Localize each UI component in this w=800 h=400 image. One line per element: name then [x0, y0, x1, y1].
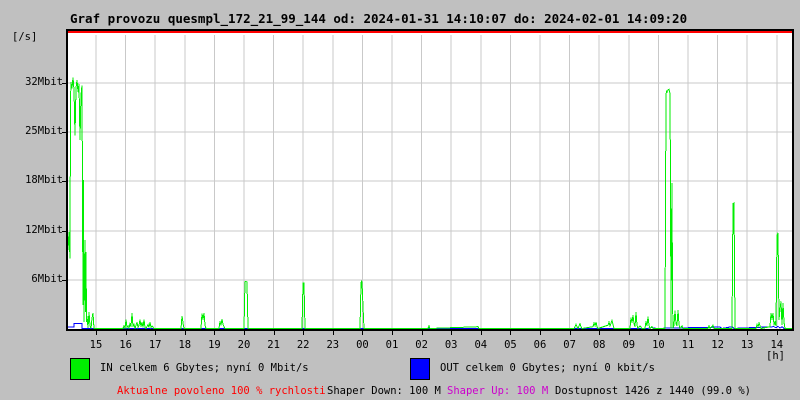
- x-tick-label: 12: [711, 339, 724, 351]
- x-tick-label: 19: [208, 339, 221, 351]
- x-tick-label: 17: [148, 339, 162, 351]
- x-tick-mark: [125, 331, 127, 335]
- x-tick-label: 03: [444, 339, 458, 351]
- status-shaper-down: Shaper Down: 100 M: [327, 385, 441, 397]
- y-tick-label: 25Mbit: [25, 125, 63, 137]
- x-tick-mark: [214, 331, 216, 335]
- in-traffic-line: [68, 77, 792, 329]
- x-tick-label: 13: [740, 339, 754, 351]
- x-tick-label: 11: [681, 339, 695, 351]
- status-allowed-speed: Aktualne povoleno 100 % rychlosti: [117, 385, 326, 397]
- status-availability: Dostupnost 1426 z 1440 (99.0 %): [555, 385, 751, 397]
- y-tick-mark: [62, 280, 66, 281]
- x-tick-label: 05: [504, 339, 517, 351]
- x-tick-mark: [303, 331, 305, 335]
- x-tick-label: 23: [326, 339, 340, 351]
- y-tick-mark: [62, 83, 66, 84]
- x-tick-mark: [332, 331, 334, 335]
- x-tick-mark: [451, 331, 453, 335]
- x-tick-mark: [421, 331, 423, 335]
- x-tick-mark: [717, 331, 719, 335]
- x-tick-label: 04: [474, 339, 488, 351]
- max-bandwidth-line: [68, 31, 792, 33]
- status-shaper-up: Shaper Up: 100 M: [447, 385, 549, 397]
- x-tick-mark: [480, 331, 482, 335]
- x-tick-label: 07: [563, 339, 576, 351]
- x-tick-label: 21: [267, 339, 280, 351]
- graph-title: Graf provozu quesmpl_172_21_99_144 od: 2…: [70, 11, 688, 26]
- legend-out-label: OUT celkem 0 Gbytes; nyní 0 kbit/s: [440, 362, 655, 374]
- x-tick-mark: [540, 331, 541, 335]
- x-tick-mark: [658, 331, 660, 335]
- traffic-graph-page: { "title": "Graf provozu quesmpl_172_21_…: [0, 0, 800, 400]
- legend-out-swatch: [410, 358, 430, 380]
- traffic-chart: [68, 35, 792, 329]
- legend-in-swatch: [70, 358, 90, 380]
- y-tick-label: 12Mbit: [25, 224, 63, 236]
- x-tick-mark: [244, 331, 245, 335]
- x-tick-mark: [599, 331, 601, 335]
- x-tick-label: 09: [622, 339, 636, 351]
- y-tick-mark: [62, 181, 66, 182]
- x-tick-mark: [273, 331, 275, 335]
- x-tick-label: 01: [385, 339, 399, 351]
- y-tick-mark: [62, 231, 66, 232]
- x-tick-mark: [155, 331, 157, 335]
- y-axis-unit-label: [/s]: [12, 31, 38, 43]
- x-tick-label: 06: [533, 339, 547, 351]
- x-tick-mark: [184, 331, 186, 335]
- x-tick-mark: [569, 331, 571, 335]
- y-tick-mark: [62, 132, 66, 133]
- legend-in-label: IN celkem 6 Gbytes; nyní 0 Mbit/s: [100, 362, 309, 374]
- x-tick-label: 16: [119, 339, 132, 351]
- x-tick-label: 10: [652, 339, 665, 351]
- x-tick-label: 02: [415, 339, 428, 351]
- x-tick-mark: [362, 331, 364, 335]
- x-tick-label: 08: [592, 339, 606, 351]
- y-tick-label: 18Mbit: [25, 174, 63, 186]
- x-tick-label: 22: [296, 339, 310, 351]
- x-tick-mark: [776, 331, 778, 335]
- x-tick-mark: [688, 331, 689, 335]
- x-tick-mark: [96, 331, 97, 335]
- x-tick-label: 20: [237, 339, 251, 351]
- x-tick-mark: [628, 331, 630, 335]
- x-tick-mark: [747, 331, 749, 335]
- x-axis-unit-label: [h]: [766, 350, 785, 362]
- y-tick-label: 6Mbit: [31, 273, 63, 285]
- x-tick-label: 15: [89, 339, 103, 351]
- y-tick-label: 32Mbit: [25, 76, 63, 88]
- x-tick-mark: [392, 331, 393, 335]
- x-tick-label: 18: [178, 339, 192, 351]
- x-tick-mark: [510, 331, 512, 335]
- x-tick-label: 00: [356, 339, 369, 351]
